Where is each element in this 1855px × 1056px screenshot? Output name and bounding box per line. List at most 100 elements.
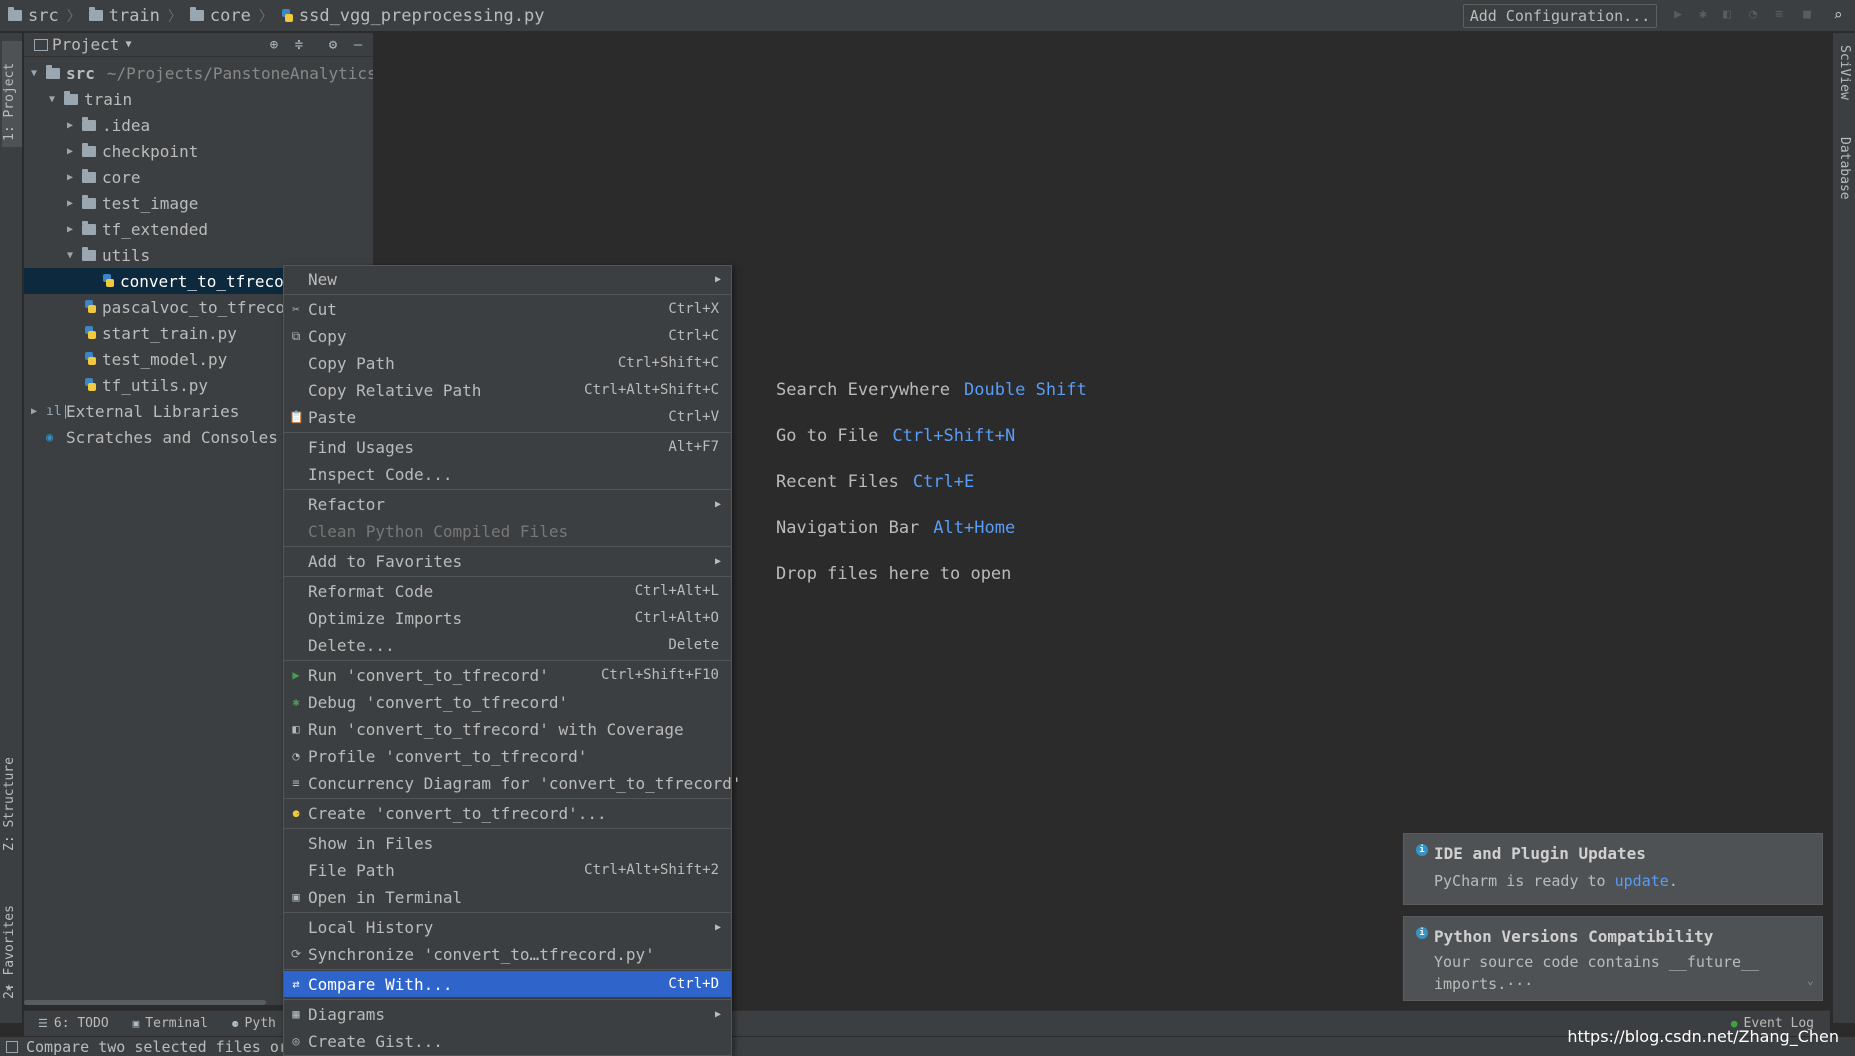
expanded-arrow-icon[interactable]: ▼ xyxy=(46,94,58,105)
tab-database[interactable]: Database xyxy=(1837,137,1852,200)
diagram-icon: ▦ xyxy=(292,1007,300,1021)
tree-item-tf-extended[interactable]: ▶ tf_extended xyxy=(64,216,208,242)
tree-item-test-image[interactable]: ▶ test_image xyxy=(64,190,198,216)
tree-item-external-libraries[interactable]: ▶ ıl| External Libraries xyxy=(28,398,239,424)
menu-item-create[interactable]: ⚈ Create 'convert_to_tfrecord'... xyxy=(284,800,731,826)
run-icon[interactable]: ▶ xyxy=(1671,8,1685,22)
menu-item-label: Open in Terminal xyxy=(308,887,463,907)
tree-item-checkpoint[interactable]: ▶ checkpoint xyxy=(64,138,198,164)
breadcrumb-src[interactable]: src 〉 xyxy=(0,0,81,32)
tab-terminal[interactable]: ▣ Terminal xyxy=(133,1016,208,1031)
menu-item-show-in-files[interactable]: Show in Files xyxy=(284,830,731,856)
menu-item-concurrency-diagram[interactable]: ≡ Concurrency Diagram for 'convert_to_tf… xyxy=(284,770,741,796)
python-file-icon xyxy=(281,8,293,23)
breadcrumb-core[interactable]: core 〉 xyxy=(182,0,273,32)
stop-icon[interactable]: ■ xyxy=(1800,8,1814,22)
notification-ide-updates[interactable]: i IDE and Plugin Updates PyCharm is read… xyxy=(1403,833,1823,905)
collapsed-arrow-icon[interactable]: ▶ xyxy=(64,172,76,183)
tab-label: Terminal xyxy=(145,1016,208,1031)
menu-item-debug[interactable]: ✱ Debug 'convert_to_tfrecord' xyxy=(284,689,731,715)
python-file-icon xyxy=(84,378,96,392)
tab-python-console[interactable]: ⚈ Pyth xyxy=(232,1016,276,1031)
tree-item-start-train[interactable]: start_train.py xyxy=(84,320,237,346)
menu-item-cut[interactable]: ✂ Cut Ctrl+X xyxy=(284,296,731,322)
locate-icon[interactable]: ⊕ xyxy=(267,38,281,52)
menu-item-inspect-code[interactable]: Inspect Code... xyxy=(284,461,731,487)
tree-item-utils[interactable]: ▼ utils xyxy=(64,242,150,268)
tree-item-label: pascalvoc_to_tfrecord xyxy=(102,297,305,317)
update-link[interactable]: update xyxy=(1615,872,1669,890)
folder-icon xyxy=(82,116,96,131)
breadcrumb-train[interactable]: train 〉 xyxy=(81,0,182,32)
tab-sciview[interactable]: SciView xyxy=(1837,45,1852,100)
menu-item-label: Synchronize 'convert_to…tfrecord.py' xyxy=(308,944,655,964)
tree-item-test-model[interactable]: test_model.py xyxy=(84,346,227,372)
chevron-down-icon[interactable]: ▼ xyxy=(125,39,131,50)
menu-item-open-in-terminal[interactable]: ▣ Open in Terminal xyxy=(284,884,731,910)
tree-item-train[interactable]: ▼ train xyxy=(46,86,132,112)
menu-item-paste[interactable]: 📋 Paste Ctrl+V xyxy=(284,404,731,430)
tab-structure[interactable]: Z: Structure xyxy=(2,741,17,851)
collapsed-arrow-icon[interactable]: ▶ xyxy=(64,120,76,131)
gear-icon[interactable]: ⚙ xyxy=(326,38,340,52)
menu-item-shortcut: Ctrl+Alt+Shift+2 xyxy=(584,862,719,878)
menu-item-create-gist[interactable]: ◎ Create Gist... xyxy=(284,1028,731,1054)
collapsed-arrow-icon[interactable]: ▶ xyxy=(64,198,76,209)
collapse-all-icon[interactable]: ≑ xyxy=(292,38,306,52)
coverage-icon[interactable]: ◧ xyxy=(1720,8,1734,22)
tree-item-idea[interactable]: ▶ .idea xyxy=(64,112,150,138)
menu-item-local-history[interactable]: Local History ▶ xyxy=(284,914,731,940)
tree-item-scratches[interactable]: ◉ Scratches and Consoles xyxy=(46,424,278,450)
menu-item-optimize-imports[interactable]: Optimize Imports Ctrl+Alt+O xyxy=(284,605,731,631)
tab-todo[interactable]: ☰ 6: TODO xyxy=(38,1016,109,1031)
menu-item-shortcut: Ctrl+V xyxy=(668,409,719,425)
chevron-down-icon[interactable]: ⌄ xyxy=(1807,973,1814,987)
collapsed-arrow-icon[interactable]: ▶ xyxy=(64,224,76,235)
menu-item-run[interactable]: ▶ Run 'convert_to_tfrecord' Ctrl+Shift+F… xyxy=(284,662,731,688)
add-configuration-button[interactable]: Add Configuration... xyxy=(1463,4,1657,28)
menu-item-profile[interactable]: ◔ Profile 'convert_to_tfrecord' xyxy=(284,743,731,769)
tab-project[interactable]: 1: Project xyxy=(2,41,22,147)
concurrency-icon[interactable]: ≡ xyxy=(1772,8,1786,22)
menu-item-find-usages[interactable]: Find Usages Alt+F7 xyxy=(284,434,731,460)
profile-icon[interactable]: ◔ xyxy=(1746,8,1760,22)
search-icon[interactable]: ⌕ xyxy=(1831,8,1845,23)
expanded-arrow-icon[interactable]: ▼ xyxy=(64,250,76,261)
menu-item-reformat-code[interactable]: Reformat Code Ctrl+Alt+L xyxy=(284,578,731,604)
tree-item-core[interactable]: ▶ core xyxy=(64,164,141,190)
menu-item-new[interactable]: New ▶ xyxy=(284,266,731,292)
hide-icon[interactable]: — xyxy=(351,38,365,52)
github-icon: ◎ xyxy=(292,1034,300,1048)
collapsed-arrow-icon[interactable]: ▶ xyxy=(64,146,76,157)
menu-item-run-with-coverage[interactable]: ◧ Run 'convert_to_tfrecord' with Coverag… xyxy=(284,716,731,742)
menu-item-add-to-favorites[interactable]: Add to Favorites ▶ xyxy=(284,548,731,574)
menu-item-copy-relative-path[interactable]: Copy Relative Path Ctrl+Alt+Shift+C xyxy=(284,377,731,403)
menu-item-synchronize[interactable]: ⟳ Synchronize 'convert_to…tfrecord.py' xyxy=(284,941,731,967)
collapsed-arrow-icon[interactable]: ▶ xyxy=(28,406,40,417)
menu-item-file-path[interactable]: File Path Ctrl+Alt+Shift+2 xyxy=(284,857,731,883)
menu-item-label: Run 'convert_to_tfrecord' with Coverage xyxy=(308,719,684,739)
horizontal-scrollbar[interactable] xyxy=(24,1000,266,1005)
tree-item-src[interactable]: ▼ src ~/Projects/PanstoneAnalytics/F xyxy=(28,60,396,86)
menu-item-refactor[interactable]: Refactor ▶ xyxy=(284,491,731,517)
hint-label: Navigation Bar xyxy=(776,518,920,538)
expanded-arrow-icon[interactable]: ▼ xyxy=(28,68,40,79)
tree-item-pascalvoc[interactable]: pascalvoc_to_tfrecord xyxy=(84,294,304,320)
hint-recent-files: Recent Files Ctrl+E xyxy=(776,472,974,492)
tree-item-label: test_image xyxy=(102,193,199,213)
notification-python-compat[interactable]: i Python Versions Compatibility Your sou… xyxy=(1403,916,1823,1001)
bug-icon: ✱ xyxy=(292,695,300,709)
layout-icon[interactable] xyxy=(6,1041,18,1053)
project-view-selector[interactable]: Project xyxy=(52,35,119,54)
menu-item-copy[interactable]: ⧉ Copy Ctrl+C xyxy=(284,323,731,349)
menu-item-copy-path[interactable]: Copy Path Ctrl+Shift+C xyxy=(284,350,731,376)
menu-item-delete[interactable]: Delete... Delete xyxy=(284,632,731,658)
list-icon: ☰ xyxy=(38,1017,48,1030)
menu-item-compare-with[interactable]: ⇄ Compare With... Ctrl+D xyxy=(284,971,731,997)
tab-label: Pyth xyxy=(244,1016,276,1031)
run-icon: ▶ xyxy=(292,668,300,682)
tree-item-tf-utils[interactable]: tf_utils.py xyxy=(84,372,208,398)
breadcrumb-file[interactable]: ssd_vgg_preprocessing.py xyxy=(273,0,545,32)
menu-item-diagrams[interactable]: ▦ Diagrams ▶ xyxy=(284,1001,731,1027)
debug-icon[interactable]: ✱ xyxy=(1696,8,1710,22)
